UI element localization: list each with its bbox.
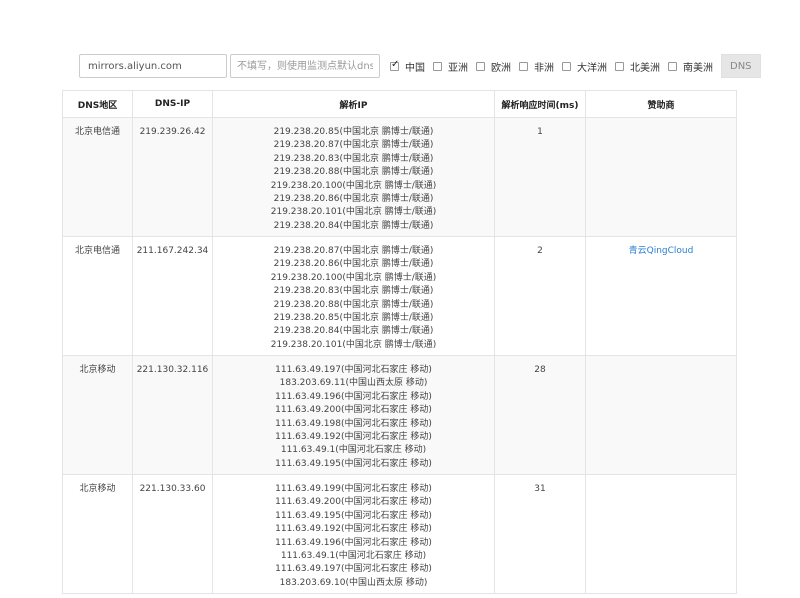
resolved-ip: 219.238.20.84(中国北京 鹏博士/联通) — [273, 220, 434, 231]
resolved-ip: 111.63.49.192(中国河北石家庄 移动) — [275, 524, 432, 535]
checkbox-asia[interactable] — [433, 61, 442, 71]
cell-dns-region: 北京移动 — [62, 355, 133, 475]
table-row: 北京电信通 219.239.26.42 219.238.20.85(中国北京 鹏… — [62, 117, 737, 237]
resolved-ip: 111.63.49.197(中国河北石家庄 移动) — [275, 564, 432, 575]
cell-response-time: 28 — [494, 355, 586, 475]
checkbox-europe[interactable] — [476, 61, 485, 71]
cell-dns-region: 北京移动 — [62, 474, 133, 594]
checkbox-africa[interactable] — [519, 61, 528, 71]
table-row: 北京移动 221.130.32.116 111.63.49.197(中国河北石家… — [62, 355, 737, 475]
cell-resolved-ips: 111.63.49.197(中国河北石家庄 移动) 183.203.69.11(… — [212, 355, 495, 475]
header-dns-region: DNS地区 — [62, 90, 133, 118]
resolved-ip: 183.203.69.10(中国山西太原 移动) — [279, 577, 428, 588]
resolved-ip: 111.63.49.196(中国河北石家庄 移动) — [275, 537, 432, 548]
checkbox-south-america[interactable] — [668, 61, 677, 71]
resolved-ip: 219.238.20.87(中国北京 鹏博士/联通) — [273, 140, 434, 151]
resolved-ip: 219.238.20.88(中国北京 鹏博士/联通) — [273, 167, 434, 178]
checkbox-north-america[interactable] — [615, 61, 624, 71]
cell-response-time: 2 — [494, 236, 586, 356]
header-dns-ip: DNS-IP — [132, 90, 213, 118]
resolved-ip: 219.238.20.100(中国北京 鹏博士/联通) — [270, 272, 437, 283]
cell-response-time: 1 — [494, 117, 586, 237]
resolved-ip: 111.63.49.200(中国河北石家庄 移动) — [275, 405, 432, 416]
table-row: 北京移动 221.130.33.60 111.63.49.199(中国河北石家庄… — [62, 474, 737, 594]
resolved-ip: 219.238.20.88(中国北京 鹏博士/联通) — [273, 299, 434, 310]
resolved-ip: 111.63.49.199(中国河北石家庄 移动) — [275, 484, 432, 494]
resolved-ip: 111.63.49.195(中国河北石家庄 移动) — [275, 458, 432, 469]
cell-dns-ip: 211.167.242.34 — [132, 236, 213, 356]
resolved-ip: 219.238.20.85(中国北京 鹏博士/联通) — [273, 313, 434, 324]
resolved-ip: 111.63.49.1(中国河北石家庄 移动) — [280, 551, 427, 562]
resolved-ip: 111.63.49.197(中国河北石家庄 移动) — [275, 365, 432, 375]
cell-response-time: 31 — [494, 474, 586, 594]
resolved-ip: 111.63.49.196(中国河北石家庄 移动) — [275, 391, 432, 402]
region-option-africa[interactable]: 非洲 — [519, 59, 554, 74]
region-option-asia[interactable]: 亚洲 — [433, 59, 468, 74]
dns-results-table: DNS地区 DNS-IP 解析IP 解析响应时间(ms) 赞助商 北京电信通 2… — [62, 90, 737, 594]
region-option-oceania[interactable]: 大洋洲 — [562, 59, 607, 74]
region-label-china: 中国 — [405, 62, 425, 74]
cell-resolved-ips: 219.238.20.87(中国北京 鹏博士/联通) 219.238.20.86… — [212, 236, 495, 356]
dns-server-input[interactable] — [230, 54, 380, 78]
resolved-ip: 219.238.20.86(中国北京 鹏博士/联通) — [273, 259, 434, 270]
dns-query-button[interactable]: DNS — [721, 54, 761, 78]
resolved-ip: 219.238.20.101(中国北京 鹏博士/联通) — [270, 339, 437, 350]
region-option-europe[interactable]: 欧洲 — [476, 59, 511, 74]
cell-dns-ip: 219.239.26.42 — [132, 117, 213, 237]
region-label-asia: 亚洲 — [448, 62, 468, 74]
region-option-north-america[interactable]: 北美洲 — [615, 59, 660, 74]
region-label-oceania: 大洋洲 — [577, 62, 607, 74]
resolved-ip: 111.63.49.198(中国河北石家庄 移动) — [275, 418, 432, 429]
cell-sponsor: 青云QingCloud — [585, 236, 737, 356]
resolved-ip: 183.203.69.11(中国山西太原 移动) — [279, 378, 428, 389]
cell-dns-region: 北京电信通 — [62, 117, 133, 237]
cell-sponsor — [585, 474, 737, 594]
resolved-ip: 111.63.49.195(中国河北石家庄 移动) — [275, 510, 432, 521]
resolved-ip: 111.63.49.1(中国河北石家庄 移动) — [280, 445, 427, 456]
region-label-north-america: 北美洲 — [630, 62, 660, 74]
cell-resolved-ips: 111.63.49.199(中国河北石家庄 移动) 111.63.49.200(… — [212, 474, 495, 594]
checkbox-oceania[interactable] — [562, 61, 571, 71]
resolved-ip: 219.238.20.85(中国北京 鹏博士/联通) — [273, 127, 434, 137]
region-option-china[interactable]: 中国 — [390, 59, 425, 74]
cell-resolved-ips: 219.238.20.85(中国北京 鹏博士/联通) 219.238.20.87… — [212, 117, 495, 237]
domain-input[interactable] — [79, 54, 227, 78]
cell-sponsor — [585, 355, 737, 475]
resolved-ip: 219.238.20.83(中国北京 鹏博士/联通) — [273, 286, 434, 297]
resolved-ip: 219.238.20.83(中国北京 鹏博士/联通) — [273, 153, 434, 164]
region-label-africa: 非洲 — [534, 62, 554, 74]
resolved-ip: 111.63.49.200(中国河北石家庄 移动) — [275, 497, 432, 508]
checkbox-china[interactable] — [390, 59, 399, 71]
resolved-ip: 219.238.20.100(中国北京 鹏博士/联通) — [270, 180, 437, 191]
region-option-south-america[interactable]: 南美洲 — [668, 59, 713, 74]
resolved-ip: 111.63.49.192(中国河北石家庄 移动) — [275, 432, 432, 443]
header-response-time: 解析响应时间(ms) — [494, 90, 586, 118]
resolved-ip: 219.238.20.84(中国北京 鹏博士/联通) — [273, 326, 434, 337]
resolved-ip: 219.238.20.87(中国北京 鹏博士/联通) — [273, 246, 434, 256]
header-resolved-ip: 解析IP — [212, 90, 495, 118]
cell-dns-ip: 221.130.33.60 — [132, 474, 213, 594]
sponsor-link[interactable]: 青云QingCloud — [629, 246, 694, 256]
cell-dns-region: 北京电信通 — [62, 236, 133, 356]
header-sponsor: 赞助商 — [585, 90, 737, 118]
query-toolbar: 中国 亚洲 欧洲 非洲 大洋洲 北美洲 南美洲 DNS — [79, 54, 761, 78]
resolved-ip: 219.238.20.101(中国北京 鹏博士/联通) — [270, 207, 437, 218]
cell-dns-ip: 221.130.32.116 — [132, 355, 213, 475]
table-header-row: DNS地区 DNS-IP 解析IP 解析响应时间(ms) 赞助商 — [62, 90, 737, 118]
cell-sponsor — [585, 117, 737, 237]
region-label-south-america: 南美洲 — [683, 62, 713, 74]
table-row: 北京电信通 211.167.242.34 219.238.20.87(中国北京 … — [62, 236, 737, 356]
resolved-ip: 219.238.20.86(中国北京 鹏博士/联通) — [273, 194, 434, 205]
region-label-europe: 欧洲 — [491, 62, 511, 74]
